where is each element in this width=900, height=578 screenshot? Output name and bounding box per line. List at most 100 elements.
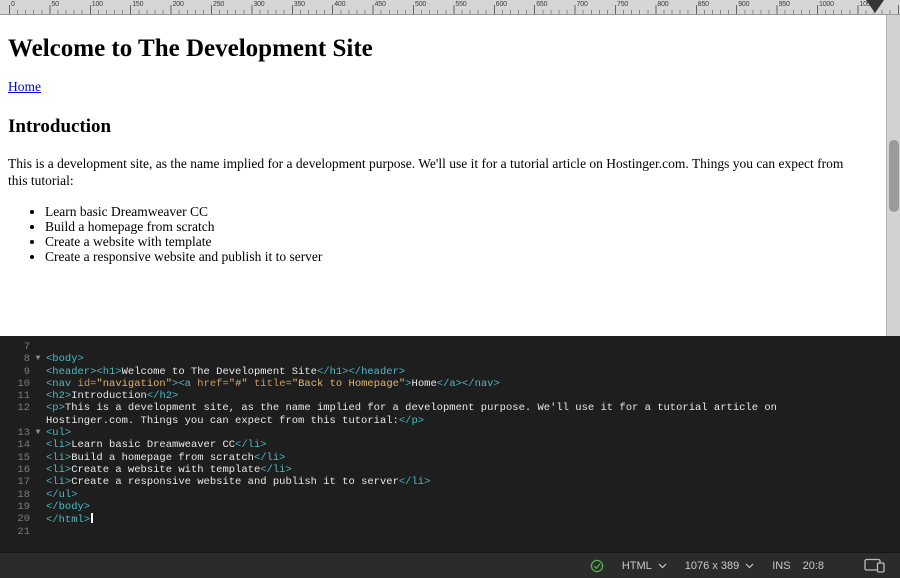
- window-size-label: 1076 x 389: [685, 560, 739, 572]
- line-number: 16: [0, 464, 30, 476]
- line-number: 15: [0, 452, 30, 464]
- fold-spacer: [30, 452, 46, 464]
- code-text[interactable]: </body>: [46, 501, 900, 513]
- ruler-label: 150: [132, 1, 143, 8]
- section-heading[interactable]: Introduction: [8, 116, 846, 138]
- fold-spacer: [30, 402, 46, 427]
- ruler-label: 650: [536, 1, 547, 8]
- code-text[interactable]: <li>Learn basic Dreamweaver CC</li>: [46, 439, 900, 451]
- code-fold-icon[interactable]: ▼: [30, 427, 46, 439]
- code-text[interactable]: [46, 526, 900, 538]
- fold-spacer: [30, 513, 46, 526]
- fold-spacer: [30, 439, 46, 451]
- window-size-dropdown[interactable]: 1076 x 389: [685, 560, 754, 572]
- line-number: 7: [0, 341, 30, 353]
- scrollbar-thumb[interactable]: [889, 140, 899, 212]
- cursor-position: 20:8: [803, 560, 824, 572]
- feature-list: Learn basic Dreamweaver CCBuild a homepa…: [8, 204, 846, 265]
- code-text[interactable]: <ul>: [46, 427, 900, 439]
- code-text[interactable]: <li>Create a website with template</li>: [46, 464, 900, 476]
- fold-spacer: [30, 390, 46, 402]
- code-line[interactable]: 14<li>Learn basic Dreamweaver CC</li>: [0, 439, 900, 451]
- line-number: 12: [0, 402, 30, 427]
- code-line[interactable]: 7: [0, 341, 900, 353]
- list-item[interactable]: Create a responsive website and publish …: [45, 249, 846, 264]
- code-text[interactable]: [46, 341, 900, 353]
- ruler-label: 400: [334, 1, 345, 8]
- code-text[interactable]: <header><h1>Welcome to The Development S…: [46, 366, 900, 378]
- code-line[interactable]: 17<li>Create a responsive website and pu…: [0, 476, 900, 488]
- fold-spacer: [30, 501, 46, 513]
- text-caret: [91, 513, 93, 523]
- line-number: 19: [0, 501, 30, 513]
- line-number: 18: [0, 489, 30, 501]
- ruler[interactable]: 0501001502002503003504004505005506006507…: [0, 0, 900, 15]
- page-title[interactable]: Welcome to The Development Site: [8, 35, 846, 63]
- fold-spacer: [30, 489, 46, 501]
- ruler-label: 1000: [819, 1, 834, 8]
- code-text[interactable]: <h2>Introduction</h2>: [46, 390, 900, 402]
- list-item[interactable]: Create a website with template: [45, 234, 846, 249]
- home-link[interactable]: Home: [8, 79, 41, 94]
- line-number: 9: [0, 366, 30, 378]
- code-line[interactable]: 12 <p>This is a development site, as the …: [0, 402, 900, 427]
- chevron-down-icon: [745, 563, 754, 569]
- line-number: 13: [0, 427, 30, 439]
- code-line[interactable]: 8▼<body>: [0, 353, 900, 365]
- code-text[interactable]: <nav id="navigation"><a href="#" title="…: [46, 378, 900, 390]
- code-text[interactable]: <p>This is a development site, as the na…: [46, 402, 900, 427]
- code-text[interactable]: </ul>: [46, 489, 900, 501]
- code-view[interactable]: 78▼<body>9<header><h1>Welcome to The Dev…: [0, 336, 900, 552]
- code-text[interactable]: </html>: [46, 513, 900, 526]
- fold-spacer: [30, 378, 46, 390]
- intro-paragraph[interactable]: This is a development site, as the name …: [8, 155, 846, 190]
- ruler-label: 100: [92, 1, 103, 8]
- code-line[interactable]: 19 </body>: [0, 501, 900, 513]
- code-line[interactable]: 16 <li>Create a website with template</li…: [0, 464, 900, 476]
- ruler-resize-marker-icon[interactable]: [866, 0, 884, 13]
- code-text[interactable]: <li>Create a responsive website and publ…: [46, 476, 900, 488]
- line-number: 11: [0, 390, 30, 402]
- ruler-label: 850: [698, 1, 709, 8]
- ruler-label: 950: [779, 1, 790, 8]
- code-line[interactable]: 15 <li>Build a homepage from scratch</li>: [0, 452, 900, 464]
- code-line[interactable]: 13▼<ul>: [0, 427, 900, 439]
- fold-spacer: [30, 476, 46, 488]
- line-number: 8: [0, 353, 30, 365]
- fold-spacer: [30, 341, 46, 353]
- preview-on-device-icon[interactable]: [864, 558, 886, 573]
- insert-mode-indicator: INS: [772, 560, 790, 572]
- list-item[interactable]: Learn basic Dreamweaver CC: [45, 204, 846, 219]
- lint-ok-icon[interactable]: [590, 559, 604, 573]
- code-line[interactable]: 21: [0, 526, 900, 538]
- ruler-label: 800: [657, 1, 668, 8]
- ruler-label: 300: [253, 1, 264, 8]
- code-text[interactable]: <body>: [46, 353, 900, 365]
- code-line[interactable]: 18 </ul>: [0, 489, 900, 501]
- fold-spacer: [30, 526, 46, 538]
- line-number: 21: [0, 526, 30, 538]
- fold-spacer: [30, 464, 46, 476]
- code-lines: 78▼<body>9<header><h1>Welcome to The Dev…: [0, 341, 900, 539]
- ruler-label: 50: [51, 1, 58, 8]
- design-scrollbar[interactable]: [886, 15, 900, 336]
- code-fold-icon[interactable]: ▼: [30, 353, 46, 365]
- ruler-label: 900: [738, 1, 749, 8]
- ruler-label: 700: [577, 1, 588, 8]
- code-text[interactable]: <li>Build a homepage from scratch</li>: [46, 452, 900, 464]
- ruler-label: 600: [496, 1, 507, 8]
- line-number: 20: [0, 513, 30, 526]
- ruler-label: 200: [173, 1, 184, 8]
- code-line[interactable]: 11 <h2>Introduction</h2>: [0, 390, 900, 402]
- code-line[interactable]: 20 </html>: [0, 513, 900, 526]
- chevron-down-icon: [658, 563, 667, 569]
- ruler-label: 0: [11, 1, 15, 8]
- language-dropdown[interactable]: HTML: [622, 560, 667, 572]
- ruler-label: 350: [294, 1, 305, 8]
- code-line[interactable]: 10<nav id="navigation"><a href="#" title…: [0, 378, 900, 390]
- design-view[interactable]: Welcome to The Development Site Home Int…: [0, 15, 886, 336]
- ruler-label: 450: [375, 1, 386, 8]
- list-item[interactable]: Build a homepage from scratch: [45, 219, 846, 234]
- ruler-label: 500: [415, 1, 426, 8]
- code-line[interactable]: 9 <header><h1>Welcome to The Development …: [0, 366, 900, 378]
